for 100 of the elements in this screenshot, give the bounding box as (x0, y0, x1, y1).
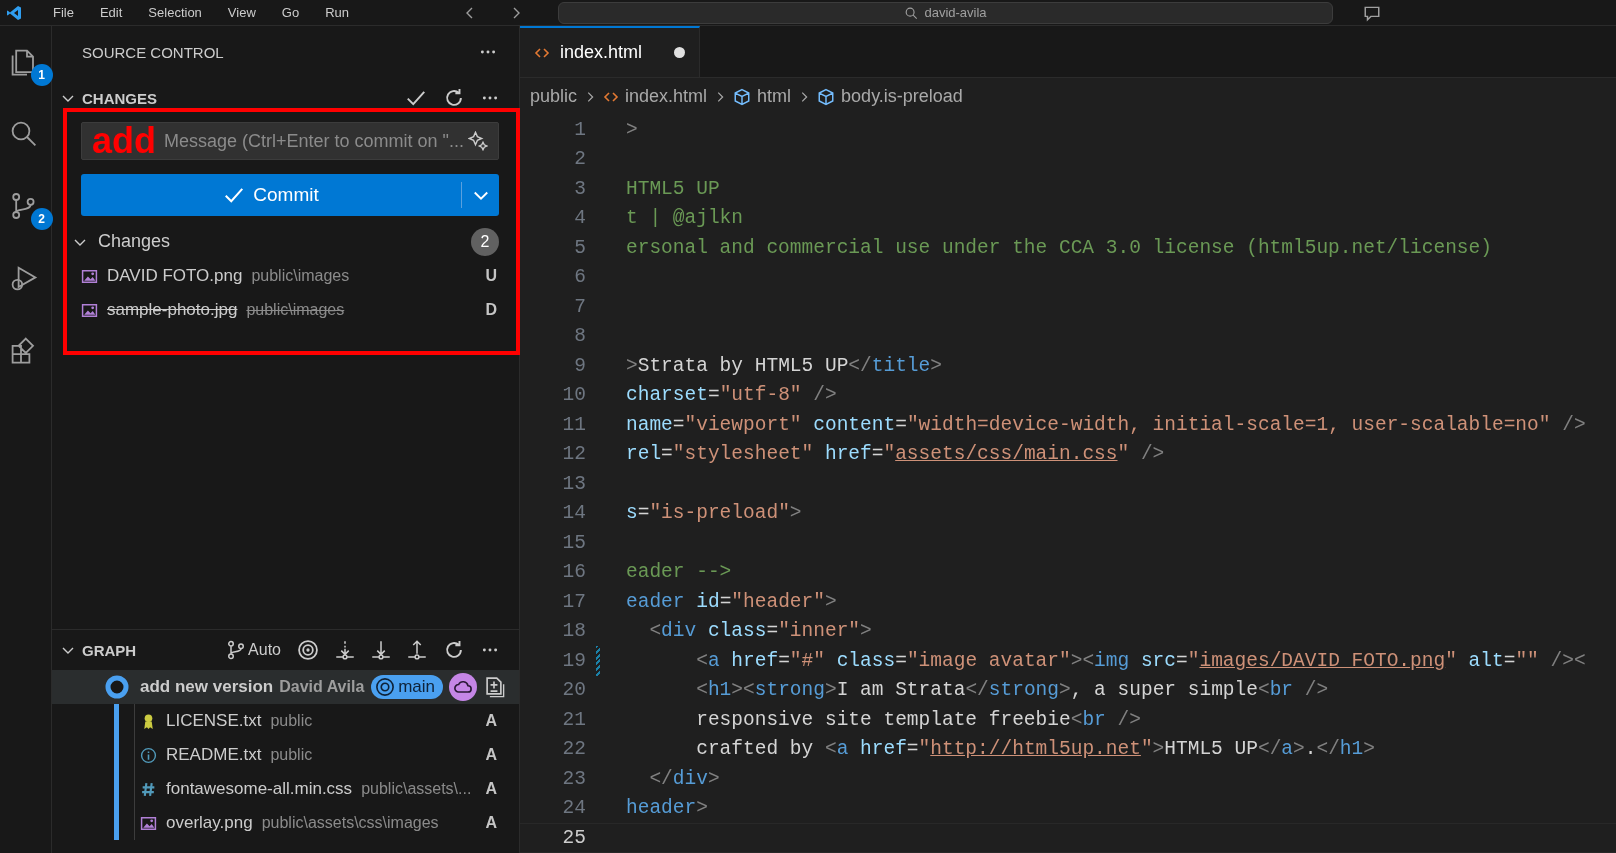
section-title[interactable]: GRAPH (82, 641, 221, 659)
line-number: 15 (561, 531, 586, 554)
breadcrumb[interactable]: index.html (625, 86, 708, 107)
commit-message-field[interactable]: Message (Ctrl+Enter to commit on "... (164, 123, 468, 159)
line-number: 9 (573, 354, 586, 377)
status-letter: A (485, 712, 497, 730)
cube-icon (733, 87, 752, 106)
annotation-text: add (92, 123, 156, 159)
status-letter: A (485, 780, 497, 798)
menu-item[interactable]: File (40, 5, 87, 20)
menu-item[interactable]: Edit (86, 5, 136, 20)
commit-author: David Avila (279, 678, 366, 696)
line-number: 12 (561, 443, 586, 466)
file-path: public (270, 712, 314, 730)
code-line: s="is-preload"> (626, 502, 802, 525)
line-number: 10 (561, 384, 586, 407)
push-icon[interactable] (407, 640, 427, 660)
info-icon (140, 746, 157, 764)
line-number: 3 (573, 177, 586, 200)
image-file-icon (81, 267, 98, 285)
code-line: responsive site template freebie<br /> (695, 708, 1141, 731)
line-number: 21 (561, 708, 586, 731)
image-file-icon (81, 301, 98, 319)
code-line: crafted by <a href="http://html5up.net">HTML5 UP</a>.</h1> (695, 738, 1375, 761)
code-line: rel="stylesheet" href="assets/css/main.css" /> (626, 443, 1165, 466)
menu-item[interactable]: View (214, 5, 269, 20)
code-line: eader --> (626, 561, 732, 584)
status-letter: D (485, 301, 497, 319)
menu-item[interactable]: Selection (135, 5, 215, 20)
line-number: 7 (573, 295, 586, 318)
section-title[interactable]: CHANGES (82, 89, 399, 107)
line-number: 23 (561, 767, 586, 790)
refresh-icon[interactable] (443, 639, 465, 661)
line-number: 16 (561, 561, 586, 584)
line-number: 14 (561, 502, 586, 525)
image-file-icon (140, 814, 157, 832)
commit-message[interactable]: add new version (140, 677, 274, 697)
file-name[interactable]: sample-photo.jpg (107, 300, 238, 320)
file-name[interactable]: LICENSE.txt (166, 711, 262, 731)
line-number: 13 (561, 472, 586, 495)
breadcrumb[interactable]: body.is-preload (841, 86, 963, 107)
file-path: public\assets\... (361, 780, 473, 798)
line-number: 20 (561, 679, 586, 702)
file-name[interactable]: fontawesome-all.min.css (166, 779, 353, 799)
unsaved-dot[interactable] (674, 47, 685, 58)
line-number: 5 (573, 236, 586, 259)
line-number: 25 (561, 826, 586, 849)
app-logo-icon (6, 4, 22, 21)
code-line: HTML5 UP (626, 177, 720, 200)
line-number: 2 (573, 148, 586, 171)
command-center-search[interactable]: david-avila (558, 1, 1333, 24)
breadcrumb[interactable]: public (530, 86, 578, 107)
code-line: >Strata by HTML5 UP</title> (626, 354, 942, 377)
code-line: ersonal and commercial use under the CCA 3.0 license (html5up.net/license) (626, 236, 1492, 259)
line-number: 24 (561, 797, 586, 820)
code-line: <h1><strong>I am Strata</strong>, a super simple<br /> (695, 679, 1329, 702)
count-badge: 2 (30, 208, 53, 230)
code-line: name="viewport" content="width=device-width, initial-scale=1, user-scalable=no" /> (626, 413, 1586, 436)
file-path: public\images (251, 267, 351, 285)
breadcrumb[interactable]: html (757, 86, 792, 107)
branch-badge: main (371, 675, 443, 699)
group-label[interactable]: Changes (98, 231, 461, 252)
graph-mode-button[interactable]: Auto (226, 640, 281, 660)
refresh-icon[interactable] (443, 87, 465, 109)
status-letter: A (485, 746, 497, 764)
pull-icon[interactable] (371, 640, 391, 660)
fetch-icon[interactable] (335, 640, 355, 660)
file-name[interactable]: DAVID FOTO.png (107, 266, 243, 286)
panel-title: SOURCE CONTROL (82, 43, 225, 61)
file-name[interactable]: overlay.png (166, 813, 253, 833)
file-path: public\assets\css\images (261, 814, 440, 832)
line-number: 17 (561, 590, 586, 613)
line-number: 18 (561, 620, 586, 643)
file-path: public\images (246, 301, 346, 319)
document-icon[interactable] (483, 676, 505, 698)
count-badge: 1 (30, 64, 53, 86)
code-line: <a href="#" class="image avatar"><img src="images/DAVID FOTO.png" alt="" />< (695, 649, 1586, 672)
line-number: 6 (573, 266, 586, 289)
code-line: t | @ajlkn (626, 207, 744, 230)
commit-node-icon (104, 674, 130, 700)
cube-icon (817, 87, 836, 106)
line-number: 4 (573, 207, 586, 230)
status-letter: A (485, 814, 497, 832)
editor-tab[interactable]: index.html (520, 26, 700, 77)
count-badge: 2 (471, 227, 499, 256)
code-line: </div> (648, 767, 720, 790)
file-path: public (270, 746, 314, 764)
code-line: header> (626, 797, 708, 820)
line-number: 22 (561, 738, 586, 761)
sparkle-icon[interactable] (468, 131, 488, 151)
target-icon (375, 677, 396, 697)
file-name[interactable]: README.txt (166, 745, 262, 765)
line-number: 8 (573, 325, 586, 348)
code-line: eader id="header"> (626, 590, 837, 613)
hash-icon (140, 780, 157, 798)
menu-item[interactable]: Run (312, 5, 362, 20)
line-number: 19 (561, 649, 586, 672)
code-line: > (626, 118, 638, 141)
menu-item[interactable]: Go (268, 5, 313, 20)
target-icon[interactable] (297, 639, 319, 661)
